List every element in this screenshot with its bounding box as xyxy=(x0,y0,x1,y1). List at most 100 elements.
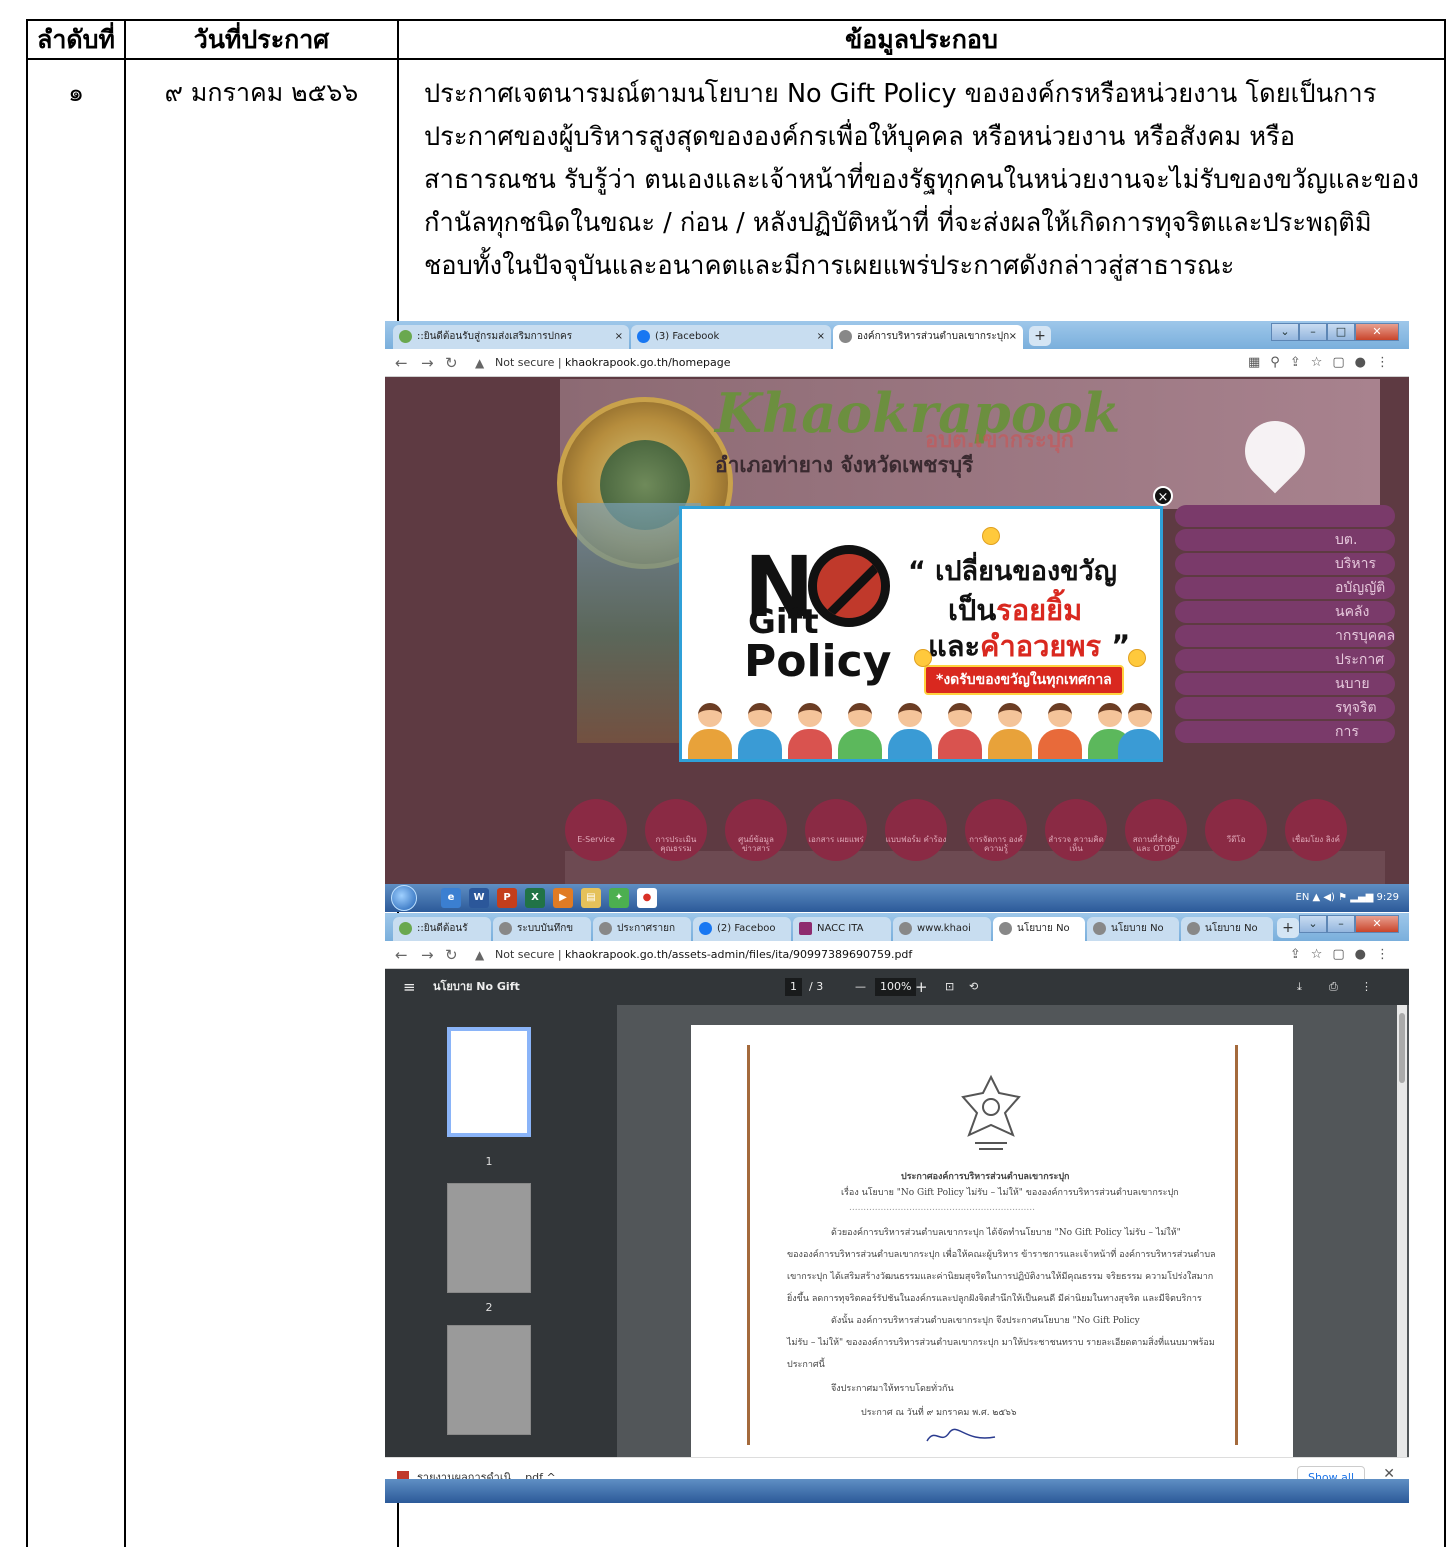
circle-link[interactable]: วีดีโอ xyxy=(1205,799,1267,861)
reload-icon[interactable]: ↻ xyxy=(445,941,458,969)
reload-icon[interactable]: ↻ xyxy=(445,349,458,377)
windows-taskbar: e W P X ▶ ▤ ✦ ● EN ▲ ◀) ⚑ ▂▄▆ 9:29 xyxy=(385,884,1409,912)
minimize-button[interactable]: – xyxy=(1299,323,1327,341)
print-icon[interactable]: ⎙ xyxy=(1329,969,1338,1005)
rotate-icon[interactable]: ⟲ xyxy=(969,969,978,1005)
ie-icon[interactable]: e xyxy=(441,888,461,908)
scrollbar-thumb[interactable] xyxy=(1399,1013,1405,1083)
circle-link[interactable]: ศูนย์ข้อมูล ข่าวสาร xyxy=(725,799,787,861)
zoom-out-button[interactable]: — xyxy=(855,969,866,1005)
url-field[interactable]: Not secure | khaokrapook.go.th/assets-ad… xyxy=(495,941,912,969)
globe-icon xyxy=(1093,922,1106,935)
page-number-input[interactable]: 1 xyxy=(785,978,802,996)
circle-link[interactable]: เอกสาร เผยแพร่ xyxy=(805,799,867,861)
menu-item[interactable]: ประกาศ xyxy=(1175,649,1395,671)
globe-icon xyxy=(839,330,852,343)
back-arrow-icon[interactable]: ← xyxy=(395,349,408,377)
security-label: Not secure xyxy=(495,948,555,961)
new-tab-button[interactable]: + xyxy=(1277,918,1299,938)
chrome-icon[interactable]: ● xyxy=(637,888,657,908)
clock[interactable]: 9:29 xyxy=(1377,892,1399,903)
site-subtitle: อำเภอท่ายาง จังหวัดเพชรบุรี xyxy=(715,453,974,477)
browser-tab[interactable]: www.khaoi xyxy=(893,917,991,941)
circle-link[interactable]: สำรวจ ความคิดเห็น xyxy=(1045,799,1107,861)
maximize-button[interactable]: □ xyxy=(1327,323,1355,341)
zoom-in-button[interactable]: + xyxy=(915,969,928,1005)
fit-page-icon[interactable]: ⊡ xyxy=(945,969,954,1005)
page-thumbnail[interactable] xyxy=(447,1027,531,1137)
menu-item[interactable]: บต. xyxy=(1175,529,1395,551)
download-icon[interactable]: ⤓ xyxy=(1297,969,1302,1005)
forward-arrow-icon[interactable]: → xyxy=(421,941,434,969)
app-icon[interactable]: ✦ xyxy=(609,888,629,908)
menu-item[interactable]: บริหาร xyxy=(1175,553,1395,575)
close-tab-icon[interactable]: × xyxy=(817,325,825,349)
powerpoint-icon[interactable]: P xyxy=(497,888,517,908)
circle-link[interactable]: แบบฟอร์ม คำร้อง xyxy=(885,799,947,861)
page-scrollbar[interactable] xyxy=(1397,1005,1407,1457)
browser-tab[interactable]: นโยบาย No xyxy=(1087,917,1179,941)
page-thumbnail[interactable] xyxy=(447,1183,531,1293)
start-button[interactable] xyxy=(391,885,417,911)
circle-link[interactable]: การจัดการ องค์ความรู้ xyxy=(965,799,1027,861)
menu-icon[interactable]: ≡ xyxy=(403,969,416,1005)
close-window-button[interactable]: ✕ xyxy=(1355,323,1399,341)
zoom-input[interactable]: 100% xyxy=(875,978,917,996)
more-options-icon[interactable]: ⋮ xyxy=(1361,969,1372,1005)
new-tab-button[interactable]: + xyxy=(1029,326,1051,346)
circle-link[interactable]: สถานที่สำคัญ และ OTOP xyxy=(1125,799,1187,861)
minimize-button[interactable]: – xyxy=(1327,915,1355,933)
browser-tab[interactable]: ::ยินดีต้อนรับสู่กรมส่งเสริมการปกคร × xyxy=(393,325,629,349)
dropdown-icon[interactable]: ⌄ xyxy=(1299,915,1327,933)
globe-icon xyxy=(899,922,912,935)
doc-body-line: ไม่รับ – ไม่ให้" ขององค์การบริหารส่วนตำบ… xyxy=(787,1338,1215,1348)
system-tray: EN ▲ ◀) ⚑ ▂▄▆ 9:29 xyxy=(1295,892,1400,903)
browser-tab-active[interactable]: องค์การบริหารส่วนตำบลเขากระปุก × xyxy=(833,325,1023,349)
menu-item[interactable]: อบัญญัติ xyxy=(1175,577,1395,599)
toolbar-icons[interactable]: ▦⚲⇪☆▢●⋮ xyxy=(1248,349,1399,377)
row-announce-date: ๙ มกราคม ๒๕๖๖ xyxy=(164,78,359,107)
close-tab-icon[interactable]: × xyxy=(1009,325,1017,349)
browser-tab[interactable]: (2) Faceboo xyxy=(693,917,791,941)
browser-tab[interactable]: ::ยินดีต้อนรั xyxy=(393,917,491,941)
popup-close-button[interactable]: × xyxy=(1153,486,1173,506)
pdf-page: ประกาศองค์การบริหารส่วนตำบลเขากระปุก เรื… xyxy=(691,1025,1293,1457)
circle-link[interactable]: การประเมิน คุณธรรม xyxy=(645,799,707,861)
menu-item[interactable]: การ xyxy=(1175,721,1395,743)
browser-tab[interactable]: ประกาศรายก xyxy=(593,917,691,941)
menu-item[interactable]: ากรบุคคล xyxy=(1175,625,1395,647)
person-illustration xyxy=(938,703,982,759)
doc-body-line: ขององค์การบริหารส่วนตำบลเขากระปุก เพื่อใ… xyxy=(787,1250,1216,1260)
circle-link[interactable]: เชื่อมโยง ลิงค์ xyxy=(1285,799,1347,861)
excel-icon[interactable]: X xyxy=(525,888,545,908)
circle-link[interactable]: E-Service xyxy=(565,799,627,861)
person-illustration xyxy=(1118,703,1162,759)
browser-tab[interactable]: (3) Facebook × xyxy=(631,325,831,349)
page-margin-line xyxy=(1235,1045,1238,1445)
thumbnail-sidebar: 1 2 xyxy=(385,1005,617,1457)
homepage-screenshot: ::ยินดีต้อนรับสู่กรมส่งเสริมการปกคร × (3… xyxy=(385,321,1409,912)
menu-item[interactable]: รทุจริต xyxy=(1175,697,1395,719)
back-arrow-icon[interactable]: ← xyxy=(395,941,408,969)
media-icon[interactable]: ▶ xyxy=(553,888,573,908)
browser-tab[interactable]: NACC ITA xyxy=(793,917,891,941)
menu-item[interactable] xyxy=(1175,505,1395,527)
page-thumbnail[interactable] xyxy=(447,1325,531,1435)
menu-item[interactable]: นคลัง xyxy=(1175,601,1395,623)
language-indicator[interactable]: EN xyxy=(1296,892,1310,903)
tab-label: นโยบาย No xyxy=(1111,923,1164,934)
menu-item[interactable]: นบาย xyxy=(1175,673,1395,695)
close-window-button[interactable]: ✕ xyxy=(1355,915,1399,933)
doc-body-line: เขากระปุก ได้เสริมสร้างวัฒนธรรมและค่านิย… xyxy=(787,1272,1214,1282)
browser-tab-active[interactable]: นโยบาย No xyxy=(993,917,1085,941)
browser-tab[interactable]: ระบบบันทึกข xyxy=(493,917,591,941)
url-field[interactable]: Not secure | khaokrapook.go.th/homepage xyxy=(495,349,730,377)
word-icon[interactable]: W xyxy=(469,888,489,908)
close-tab-icon[interactable]: × xyxy=(615,325,623,349)
dropdown-icon[interactable]: ⌄ xyxy=(1271,323,1299,341)
forward-arrow-icon[interactable]: → xyxy=(421,349,434,377)
browser-tab[interactable]: นโยบาย No xyxy=(1181,917,1273,941)
globe-icon xyxy=(1187,922,1200,935)
toolbar-icons[interactable]: ⇪☆▢●⋮ xyxy=(1290,941,1399,969)
folder-icon[interactable]: ▤ xyxy=(581,888,601,908)
